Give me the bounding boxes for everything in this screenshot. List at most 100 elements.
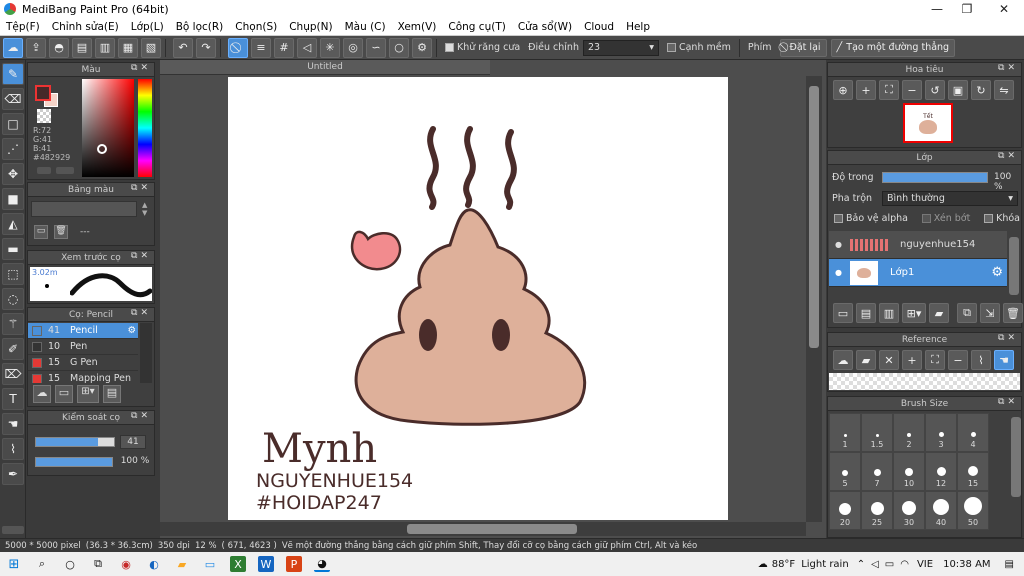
rotate-left-icon[interactable]: ↺ xyxy=(925,80,945,100)
fit-screen-icon[interactable]: ▣ xyxy=(948,80,968,100)
word-icon[interactable]: W xyxy=(258,556,274,572)
brush-size-scrollbar[interactable] xyxy=(1011,417,1021,497)
text-tool-icon[interactable]: T xyxy=(2,388,24,410)
actual-size-icon[interactable]: ⛶ xyxy=(879,80,899,100)
delete-layer-icon[interactable]: 🗑 xyxy=(1003,303,1023,323)
brush-size-option[interactable]: 5 xyxy=(829,452,861,491)
palette-selector[interactable] xyxy=(31,201,137,217)
rectangle-tool-icon[interactable]: □ xyxy=(2,113,24,135)
parallel-snap-icon[interactable]: ≡ xyxy=(251,37,271,58)
menu-snap[interactable]: Chụp(N) xyxy=(283,21,338,33)
speaker-icon[interactable]: ◁ xyxy=(871,559,879,570)
panel-icon[interactable]: ▦ xyxy=(118,37,138,58)
snap-off-icon[interactable]: ⃠ xyxy=(228,37,248,58)
bucket-tool-icon[interactable]: ◭ xyxy=(2,213,24,235)
horizontal-scroll-thumb[interactable] xyxy=(407,524,577,534)
clip-checkbox[interactable] xyxy=(921,214,931,223)
brush-size-option[interactable]: 4 xyxy=(957,413,989,452)
select-tool-icon[interactable]: ⬚ xyxy=(2,263,24,285)
hand-icon[interactable]: ☚ xyxy=(994,350,1014,370)
layer-item-selected[interactable]: ● Lớp1 ⚙ xyxy=(829,259,1007,287)
new-1bit-layer-icon[interactable]: ▥ xyxy=(879,303,899,323)
foreground-color-swatch[interactable] xyxy=(35,85,51,101)
soft-edge-option[interactable]: Cạnh mềm xyxy=(666,42,731,53)
magic-wand-tool-icon[interactable]: ⚚ xyxy=(2,313,24,335)
brush-size-option[interactable]: 10 xyxy=(893,452,925,491)
brush-settings-icon[interactable]: ▤ xyxy=(103,385,121,403)
zoom-out-icon[interactable]: − xyxy=(948,350,968,370)
panel-controls-icon[interactable]: ⧉✕ xyxy=(998,151,1018,161)
brush-size-option[interactable]: 30 xyxy=(893,491,925,530)
add-layer-menu-icon[interactable]: ⊞▾ xyxy=(902,303,926,323)
brush-size-option[interactable]: 3 xyxy=(925,413,957,452)
tray-chevron-icon[interactable]: ⌃ xyxy=(857,559,865,570)
brush-size-slider[interactable] xyxy=(35,437,115,447)
menu-view[interactable]: Xem(V) xyxy=(392,21,443,33)
duplicate-layer-icon[interactable]: ⧉ xyxy=(957,303,977,323)
reference-area[interactable] xyxy=(829,373,1020,390)
eyedropper-icon[interactable]: ⌇ xyxy=(971,350,991,370)
panel-controls-icon[interactable]: ⧉✕ xyxy=(131,411,151,421)
monitor-icon[interactable]: ▭ xyxy=(202,556,218,572)
medibang-taskbar-icon[interactable]: ◕ xyxy=(314,556,330,572)
menu-edit[interactable]: Chỉnh sửa(E) xyxy=(46,21,125,33)
pen-tool-icon[interactable]: ✒ xyxy=(2,463,24,485)
gradient-tool-icon[interactable]: ▬ xyxy=(2,238,24,260)
panel-controls-icon[interactable]: ⧉✕ xyxy=(998,333,1018,343)
export-icon[interactable]: ⇪ xyxy=(26,37,46,58)
protect-alpha-checkbox[interactable] xyxy=(834,214,843,223)
brush-size-option[interactable]: 2 xyxy=(893,413,925,452)
brush-size-option[interactable]: 40 xyxy=(925,491,957,530)
eraser-tool-icon[interactable]: ⌫ xyxy=(2,88,24,110)
color-mode-button[interactable] xyxy=(37,167,51,174)
canvas-vertical-scrollbar[interactable] xyxy=(806,76,822,522)
network-icon[interactable]: ▭ xyxy=(885,559,894,570)
menu-file[interactable]: Tệp(F) xyxy=(0,21,46,33)
vertical-scroll-thumb[interactable] xyxy=(809,86,819,348)
redo-icon[interactable]: ↷ xyxy=(196,37,216,58)
brush-item-pencil[interactable]: 41 Pencil ⚙ xyxy=(28,323,138,339)
settings-icon[interactable]: ⚙ xyxy=(412,37,432,58)
navigator-thumbnail[interactable]: Tết xyxy=(903,103,953,143)
tool-column-scroll[interactable] xyxy=(2,526,24,534)
saturation-value-picker[interactable] xyxy=(82,79,134,177)
layer-list-scrollbar[interactable] xyxy=(1009,237,1019,295)
maximize-button[interactable]: ❐ xyxy=(950,0,984,18)
drawing-canvas[interactable]: Mynh NGUYENHUE154 #HOIDAP247 xyxy=(228,77,728,520)
circle-snap-icon[interactable]: ○ xyxy=(389,37,409,58)
brush-size-option[interactable]: 25 xyxy=(861,491,893,530)
panel-controls-icon[interactable]: ⧉✕ xyxy=(131,308,151,318)
folder-icon[interactable]: ▰ xyxy=(929,303,949,323)
radial-snap-icon[interactable]: ◁ xyxy=(297,37,317,58)
close-button[interactable]: ✕ xyxy=(987,0,1021,18)
menu-help[interactable]: Help xyxy=(620,21,656,33)
fill-rect-tool-icon[interactable]: ■ xyxy=(2,188,24,210)
brush-size-option[interactable]: 50 xyxy=(957,491,989,530)
windows-start-icon[interactable]: ⊞ xyxy=(6,556,22,572)
app-icon[interactable]: ◉ xyxy=(118,556,134,572)
menu-select[interactable]: Chọn(S) xyxy=(229,21,283,33)
page-icon[interactable]: ▥ xyxy=(95,37,115,58)
zoom-fit-icon[interactable]: ⊕ xyxy=(833,80,853,100)
task-view-icon[interactable]: ⧉ xyxy=(90,556,106,572)
new-palette-icon[interactable]: ▭ xyxy=(34,225,48,239)
cloud-brush-icon[interactable]: ☁ xyxy=(33,385,51,403)
undo-icon[interactable]: ↶ xyxy=(173,37,193,58)
panel-controls-icon[interactable]: ⧉✕ xyxy=(998,397,1018,407)
delete-palette-icon[interactable]: 🗑 xyxy=(54,225,68,239)
protect-alpha-option[interactable]: Bảo vệ alpha xyxy=(834,213,908,224)
brush-size-option[interactable]: 1.5 xyxy=(861,413,893,452)
comment-icon[interactable]: ▤ xyxy=(72,37,92,58)
panel-controls-icon[interactable]: ⧉✕ xyxy=(998,63,1018,73)
panel-controls-icon[interactable]: ⧉✕ xyxy=(131,183,151,193)
brush-size-value[interactable]: 41 xyxy=(120,435,146,449)
menu-filter[interactable]: Bộ lọc(R) xyxy=(170,21,230,33)
grid-snap-icon[interactable]: # xyxy=(274,37,294,58)
wifi-icon[interactable]: ◠ xyxy=(900,559,909,570)
open-icon[interactable]: ▰ xyxy=(856,350,876,370)
edge-icon[interactable]: ◐ xyxy=(146,556,162,572)
canvas-horizontal-scrollbar[interactable] xyxy=(160,522,806,536)
zoom-in-icon[interactable]: + xyxy=(902,350,922,370)
new-halftone-layer-icon[interactable]: ▤ xyxy=(856,303,876,323)
new-brush-icon[interactable]: ▭ xyxy=(55,385,73,403)
